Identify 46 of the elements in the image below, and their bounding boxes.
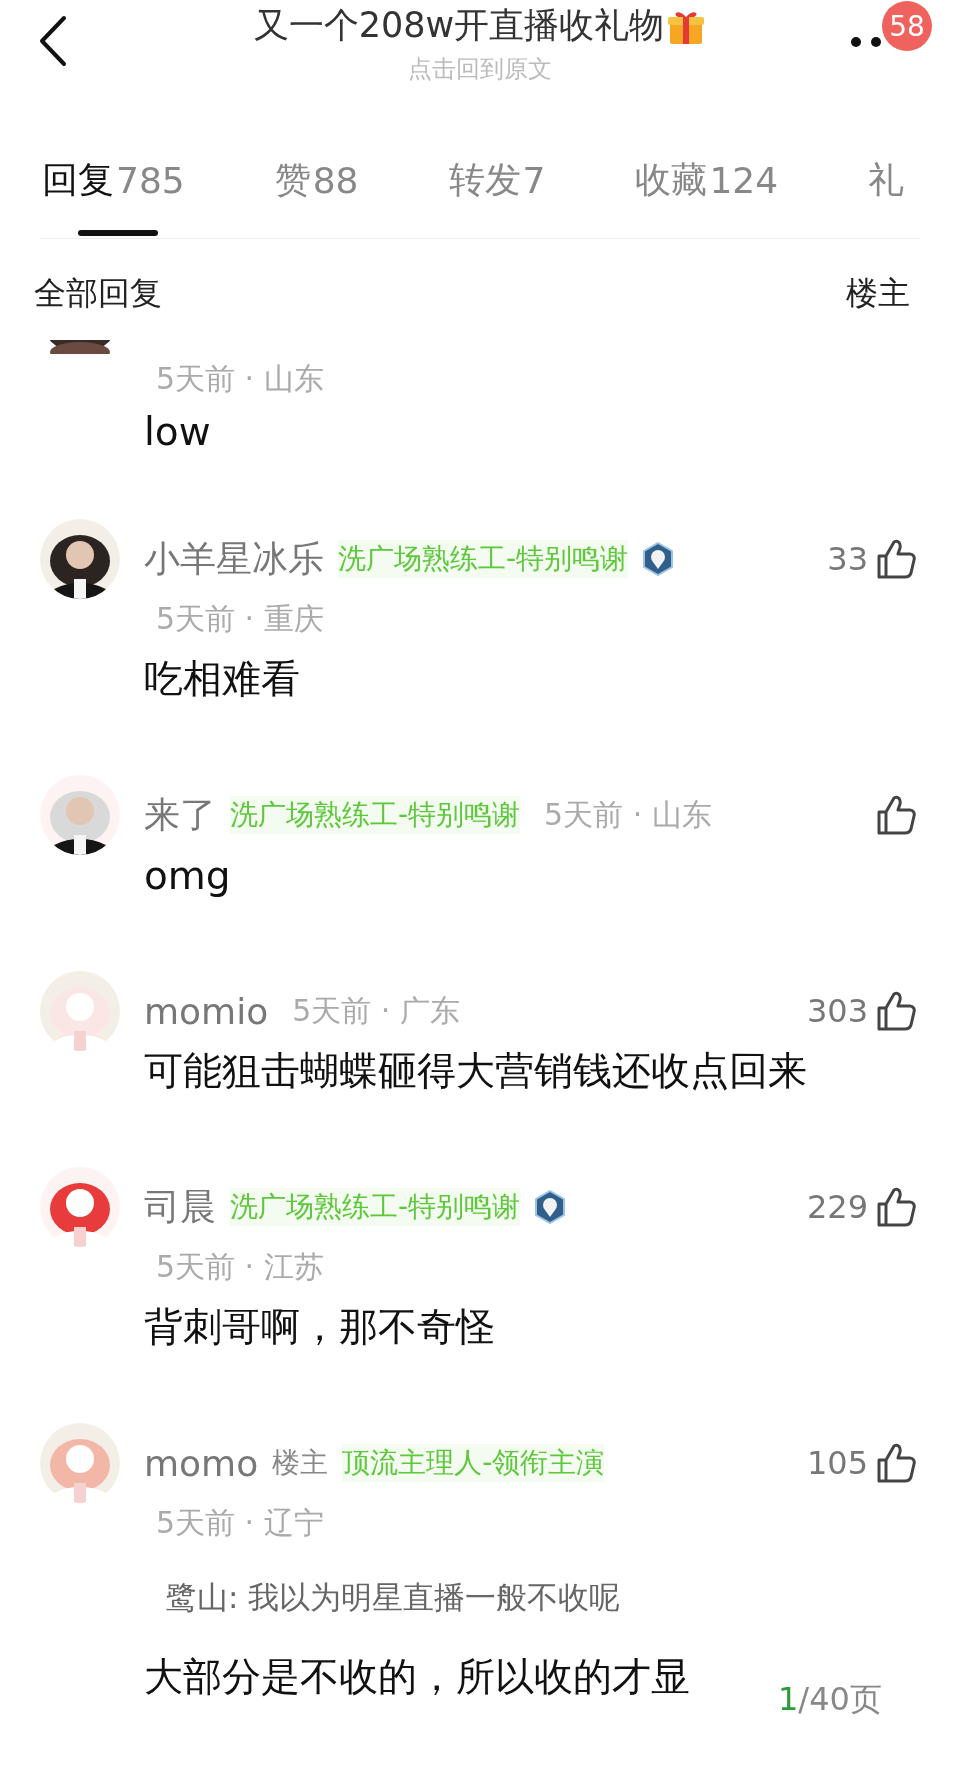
comment-meta: 5天前 · 山东 [156, 359, 324, 398]
like-count: 33 [827, 540, 868, 578]
page-indicator[interactable]: 1/40页 [778, 1678, 882, 1722]
user-name[interactable]: 小羊星冰乐 [144, 534, 324, 584]
thumbs-up-icon[interactable] [876, 794, 916, 836]
user-title: 顶流主理人-领衔主演 [342, 1444, 605, 1482]
tab[interactable]: 回复785 [42, 158, 185, 236]
comment-text: low [144, 409, 212, 454]
user-name[interactable]: momio [144, 990, 269, 1032]
op-filter[interactable]: 楼主 [846, 272, 910, 316]
comment-text: 吃相难看 [144, 655, 300, 703]
all-replies-label[interactable]: 全部回复 [34, 272, 162, 316]
thumbs-up-icon[interactable] [876, 990, 916, 1032]
comment-meta: 5天前 · 重庆 [156, 599, 324, 638]
op-label: 楼主 [272, 1445, 329, 1481]
comment-text: 可能狙击蝴蝶砸得大营销钱还收点回来 [144, 1047, 807, 1095]
back-icon[interactable] [38, 15, 68, 67]
user-title: 洗广场熟练工-特别鸣谢 [230, 796, 521, 834]
thumbs-up-icon[interactable] [876, 538, 916, 580]
quoted-reply: 鹭山: 我以为明星直播一般不收呢 [165, 1578, 622, 1617]
comment-meta: 5天前 · 山东 [544, 795, 712, 834]
post-title: 又一个208w开直播收礼物 [253, 4, 665, 47]
tab[interactable]: 收藏124 [635, 158, 779, 236]
like-count: 303 [806, 992, 868, 1030]
like-count: 229 [806, 1188, 868, 1226]
more-icon[interactable] [850, 36, 884, 48]
user-name[interactable]: 司晨 [144, 1182, 216, 1232]
comment-meta: 5天前 · 广东 [292, 991, 460, 1030]
tab[interactable]: 赞88 [274, 158, 359, 236]
medal-icon [642, 542, 675, 576]
medal-icon [534, 1190, 567, 1224]
tab[interactable]: 转发7 [448, 158, 546, 236]
user-name[interactable]: momo [144, 1442, 259, 1484]
comment-meta: 5天前 · 辽宁 [156, 1503, 324, 1542]
user-title: 洗广场熟练工-特别鸣谢 [338, 540, 629, 578]
tab[interactable]: 礼 [868, 158, 905, 236]
comment-text: 大部分是不收的，所以收的才显 [144, 1653, 690, 1701]
comment-text: 背刺哥啊，那不奇怪 [144, 1303, 495, 1351]
thumbs-up-icon[interactable] [876, 1442, 916, 1484]
like-count: 105 [806, 1444, 868, 1482]
comment-text: omg [144, 852, 231, 898]
thumbs-up-icon[interactable] [876, 1186, 916, 1228]
comment-meta: 5天前 · 江苏 [156, 1247, 324, 1286]
user-title: 洗广场熟练工-特别鸣谢 [230, 1188, 521, 1226]
notification-badge: 58 [882, 1, 932, 51]
user-name[interactable]: 来了 [144, 790, 216, 840]
